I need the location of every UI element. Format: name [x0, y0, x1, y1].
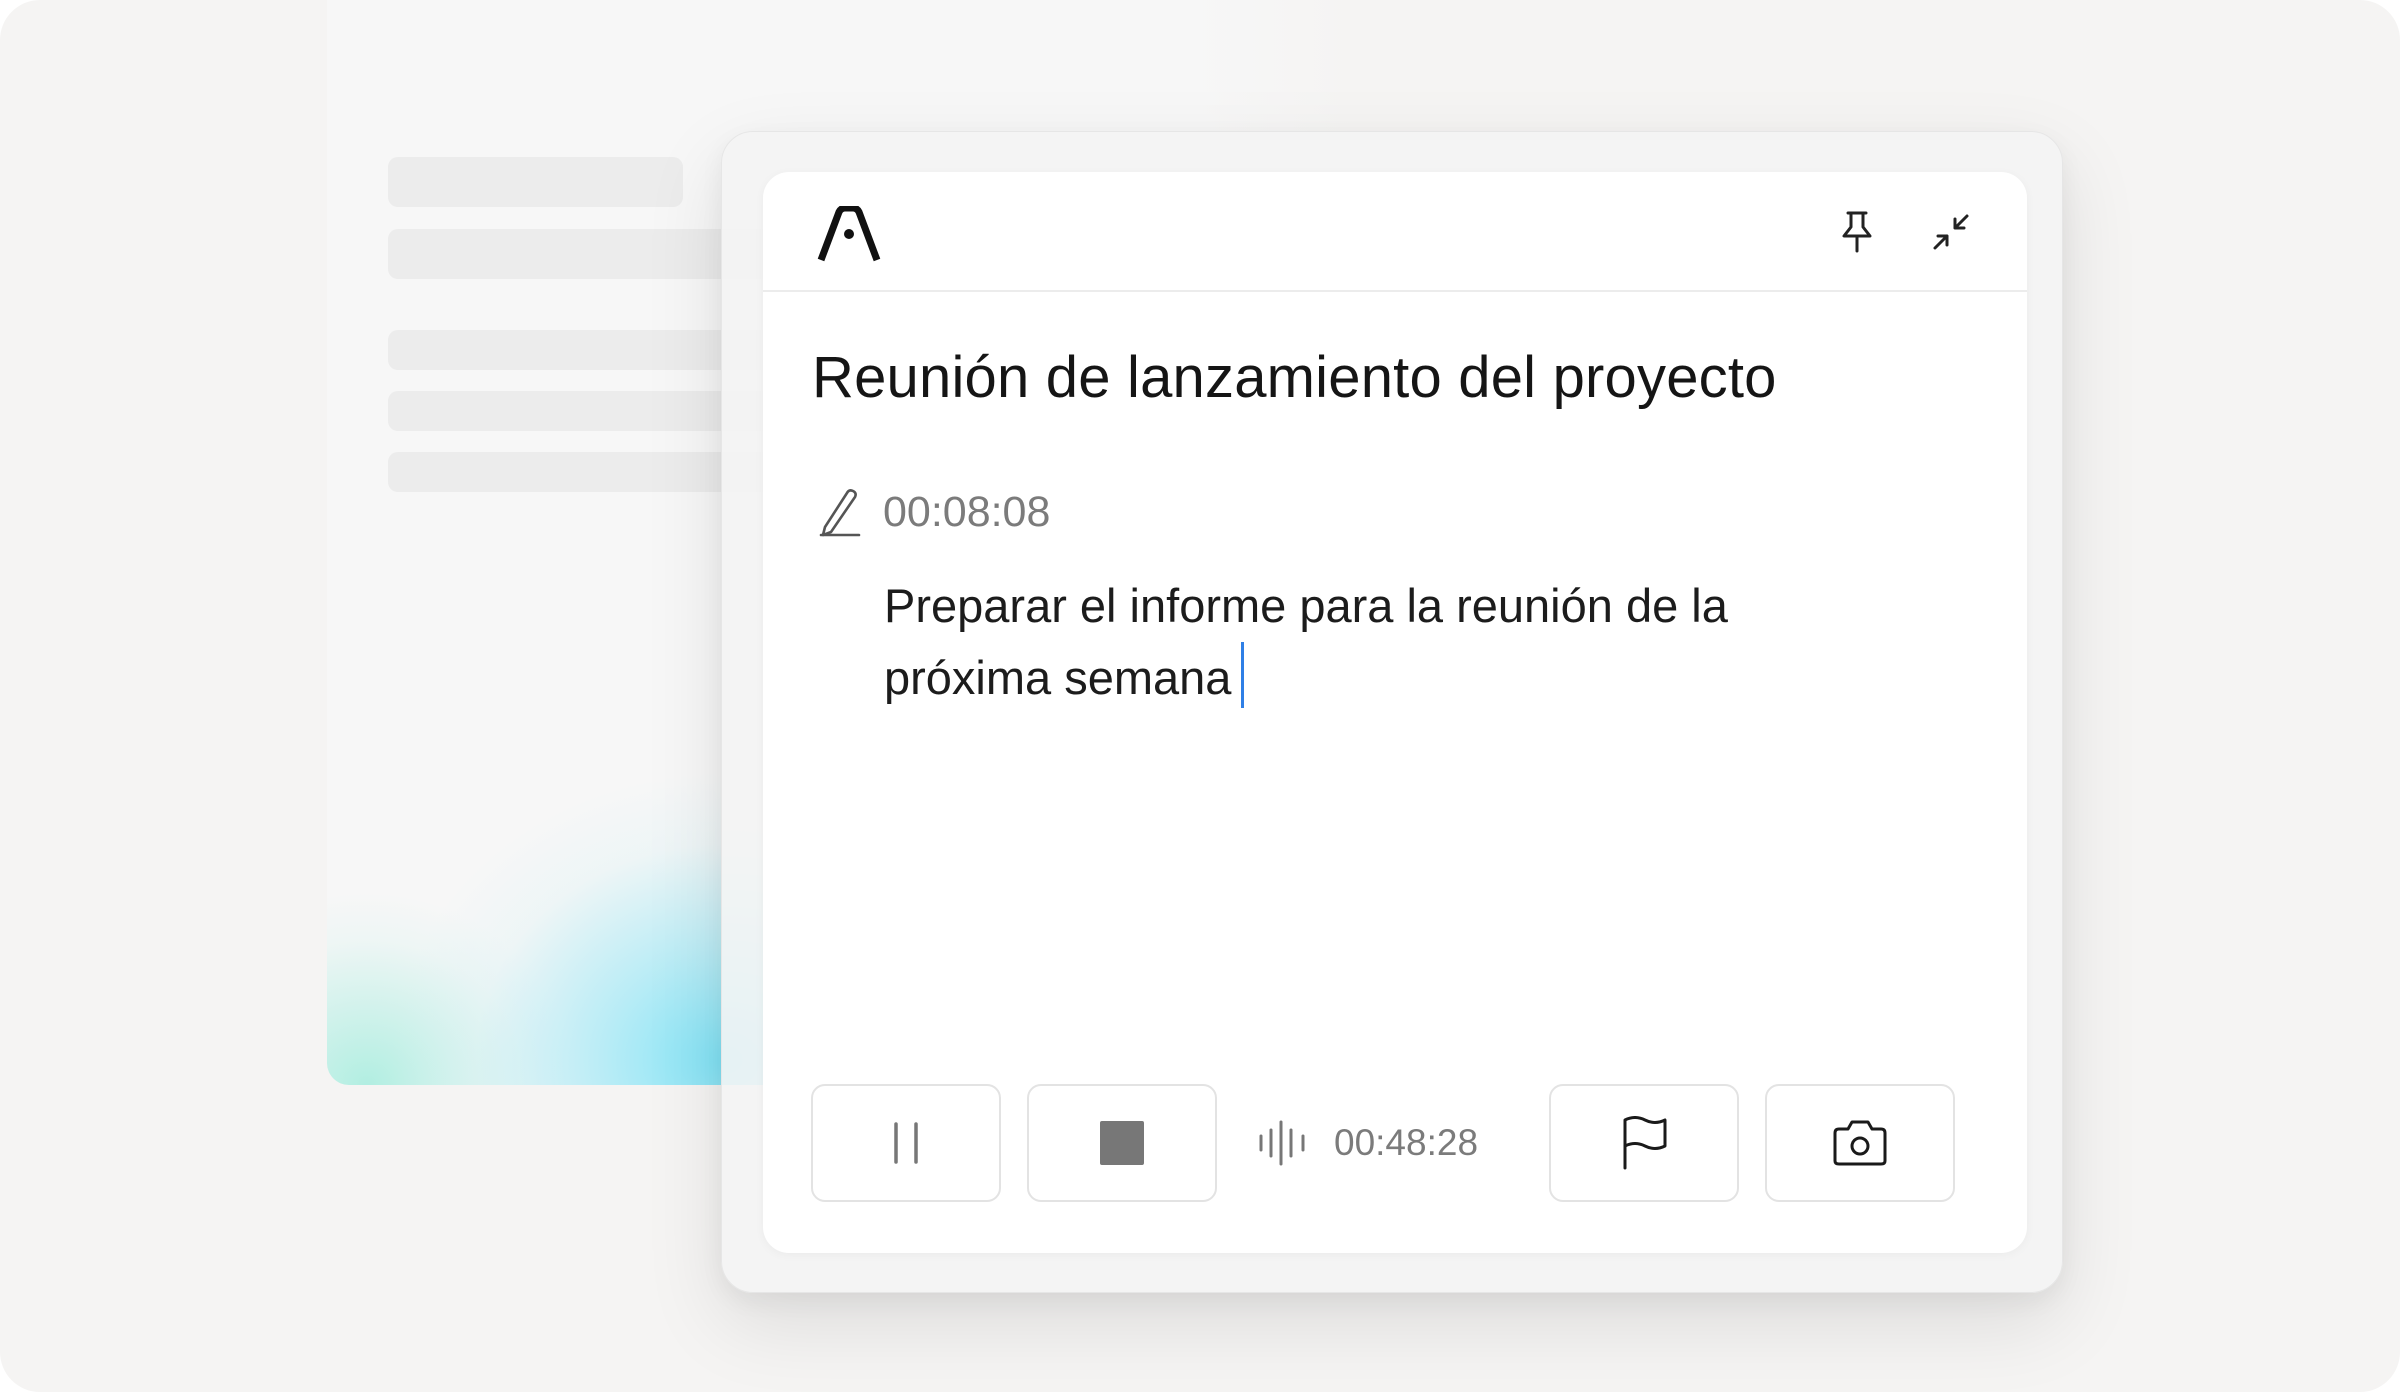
panel-header — [763, 172, 2027, 292]
flag-button[interactable] — [1549, 1084, 1739, 1202]
placeholder-bar — [388, 157, 683, 207]
note-text: Preparar el informe para la reunión de l… — [884, 579, 1728, 704]
collapse-button[interactable] — [1923, 204, 1979, 260]
recording-controls: 00:48:28 — [811, 1084, 1981, 1204]
pause-icon — [894, 1122, 918, 1164]
note-title: Reunión de lanzamiento del proyecto — [812, 345, 1777, 410]
screenshot-button[interactable] — [1765, 1084, 1955, 1202]
pause-button[interactable] — [811, 1084, 1001, 1202]
text-caret — [1241, 642, 1245, 708]
collapse-icon — [1933, 214, 1969, 250]
recording-status: 00:48:28 — [1258, 1084, 1478, 1202]
pin-icon — [1842, 211, 1872, 253]
note-timestamp: 00:08:08 — [883, 487, 1051, 536]
pen-icon — [819, 489, 861, 537]
stop-icon — [1100, 1121, 1144, 1165]
note-timestamp-row: 00:08:08 — [817, 484, 1050, 540]
waveform-icon — [1259, 1120, 1305, 1166]
pin-button[interactable] — [1829, 204, 1885, 260]
recording-elapsed-time: 00:48:28 — [1334, 1122, 1479, 1163]
stop-button[interactable] — [1027, 1084, 1217, 1202]
notes-panel: Reunión de lanzamiento del proyecto 00:0… — [763, 172, 2027, 1253]
note-text-editor[interactable]: Preparar el informe para la reunión de l… — [884, 570, 1844, 714]
camera-icon — [1833, 1120, 1887, 1166]
app-logo — [817, 206, 881, 262]
flag-icon — [1623, 1116, 1667, 1170]
desktop-background: Reunión de lanzamiento del proyecto 00:0… — [0, 0, 2400, 1392]
